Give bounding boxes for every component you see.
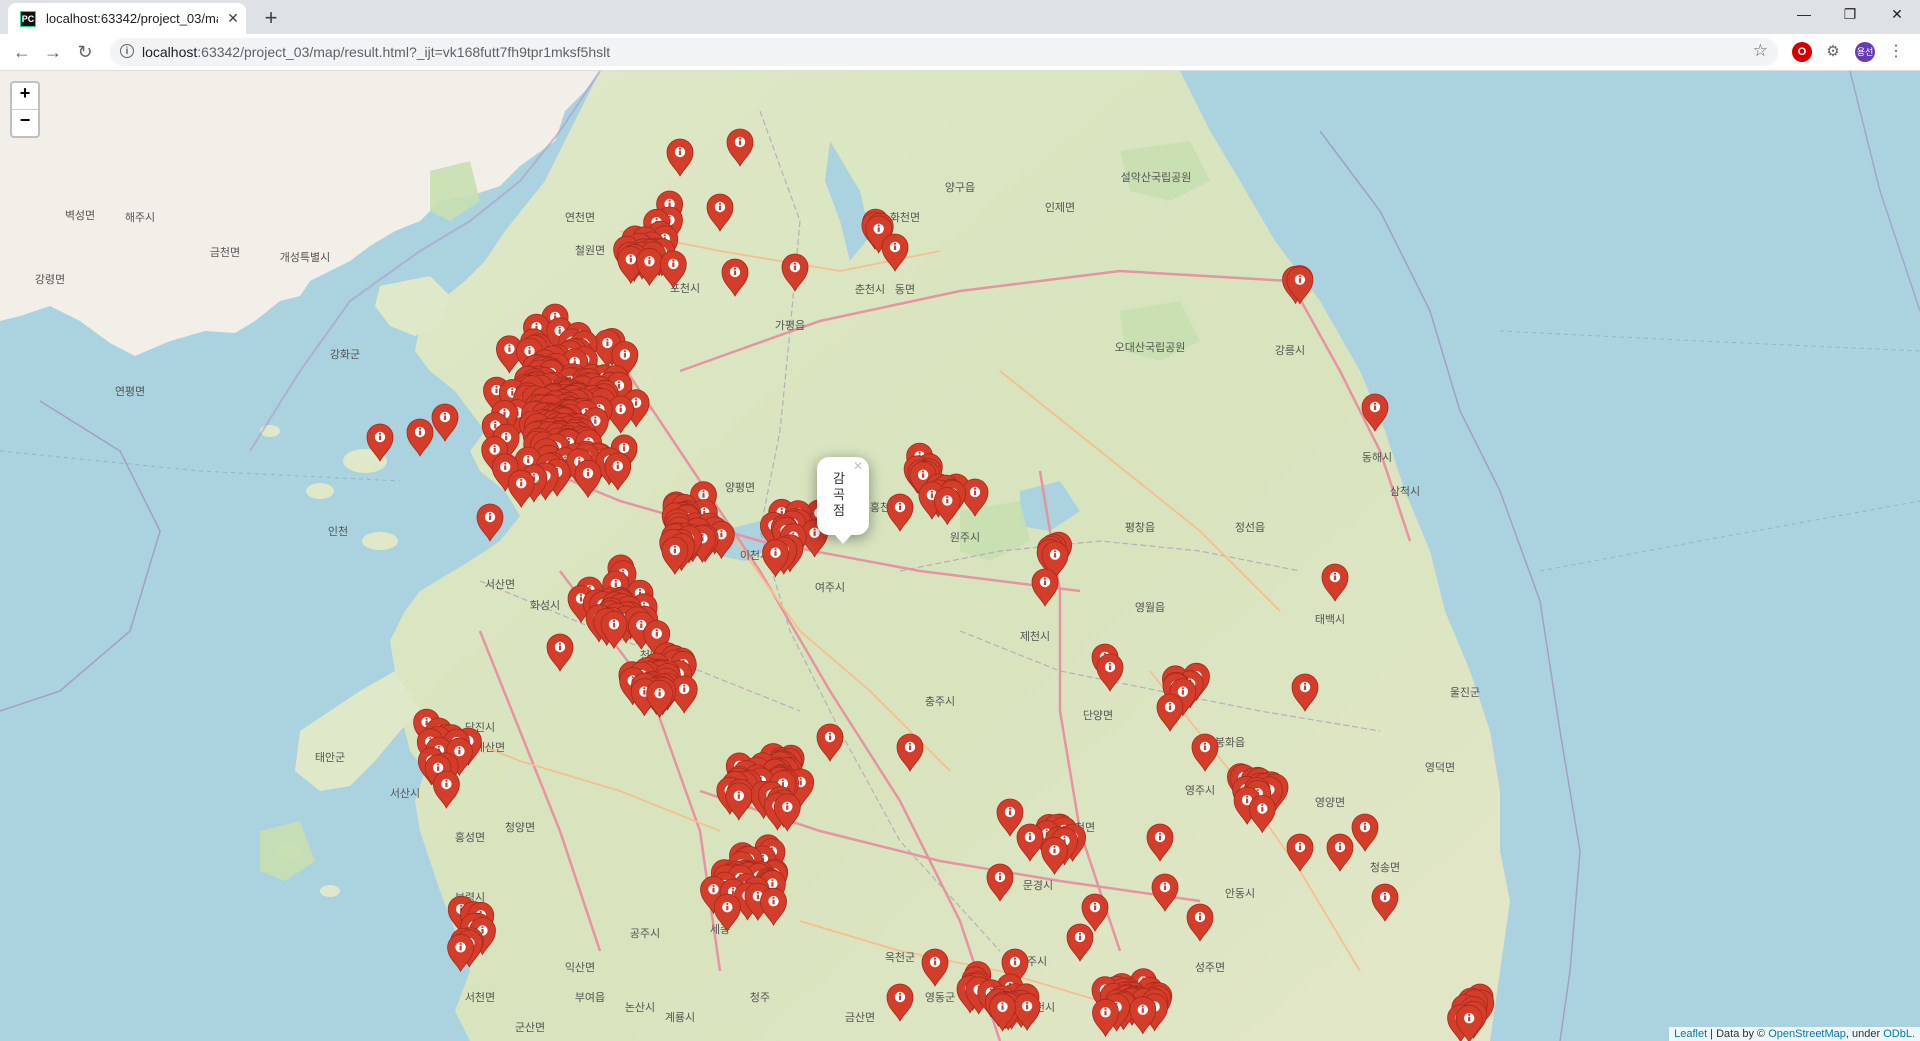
popup-tip (834, 534, 852, 544)
zoom-out-button[interactable]: − (12, 109, 38, 136)
close-window-icon[interactable]: ✕ (1874, 0, 1920, 30)
minimize-icon[interactable]: — (1781, 0, 1827, 30)
bookmark-star-icon[interactable]: ☆ (1753, 41, 1768, 61)
back-icon[interactable]: ← (9, 39, 35, 65)
place-label: 단양면 (1083, 709, 1113, 722)
place-label: 영양면 (1315, 796, 1345, 809)
attribution-data-by: | Data by © (1707, 1028, 1769, 1040)
place-label: 금천면 (210, 245, 240, 259)
place-label: 가평읍 (775, 319, 805, 332)
marker-popup: 감곡점 ✕ (817, 457, 869, 544)
zoom-control: + − (10, 81, 40, 138)
place-label: 개성특별시 (280, 251, 331, 264)
place-label: 영동군 (925, 991, 955, 1004)
place-label: 서산면 (485, 578, 515, 591)
place-label: 강령면 (35, 273, 65, 286)
place-label: 청송면 (1370, 861, 1400, 874)
place-label: 해주시 (125, 210, 155, 224)
place-label: 동면 (895, 283, 915, 296)
place-label: 청주 (750, 991, 770, 1004)
place-label: 공주시 (630, 927, 660, 940)
new-tab-icon[interactable]: + (258, 6, 284, 32)
place-label: 여주시 (815, 581, 845, 594)
place-label: 청양면 (505, 821, 535, 834)
place-label: 원주시 (950, 531, 980, 544)
place-label: 봉화읍 (1215, 736, 1245, 749)
place-label: 논산시 (625, 1001, 655, 1014)
place-label: 계룡시 (665, 1011, 695, 1024)
browser-tab[interactable]: PC localhost:63342/project_03/map/result… (8, 3, 246, 34)
place-label: 홍성면 (455, 830, 485, 844)
attribution-under: , under (1845, 1028, 1884, 1040)
place-label: 영덕면 (1425, 761, 1455, 774)
place-label: 익산면 (565, 961, 595, 974)
restore-icon[interactable]: ❐ (1827, 0, 1873, 30)
place-label: 벽성면 (65, 209, 95, 222)
place-label: 양구읍 (945, 181, 975, 194)
place-label: 평창읍 (1125, 521, 1155, 534)
place-label: 삼척시 (1390, 485, 1420, 498)
place-label: 양평면 (725, 481, 755, 494)
place-label: 문경시 (1023, 879, 1053, 892)
place-label: 안동시 (1225, 887, 1255, 900)
reload-icon[interactable]: ↻ (72, 39, 98, 65)
url-text[interactable]: localhost:63342/project_03/map/result.ht… (142, 44, 610, 60)
tab-close-icon[interactable]: ✕ (224, 10, 242, 27)
place-label: 강화군 (330, 348, 360, 361)
popup-close-icon[interactable]: ✕ (853, 459, 863, 473)
tab-strip: PC localhost:63342/project_03/map/result… (0, 0, 1920, 34)
place-label: 금산면 (845, 1011, 875, 1024)
site-info-icon[interactable]: i (120, 44, 134, 58)
url-path: :63342/project_03/map/result.html?_ijt=v… (197, 44, 611, 60)
extensions-puzzle-icon[interactable]: ⚙ (1823, 42, 1843, 62)
place-label: 서산시 (390, 787, 420, 800)
address-bar[interactable]: i localhost:63342/project_03/map/result.… (110, 38, 1778, 66)
pycharm-favicon-icon: PC (20, 10, 36, 27)
place-label: 태안군 (315, 751, 345, 764)
popup-text: 감곡점 (833, 471, 845, 518)
profile-avatar[interactable]: 용선 (1855, 42, 1875, 62)
place-label: 태백시 (1315, 613, 1345, 626)
place-label: 부여읍 (575, 991, 605, 1004)
tab-title: localhost:63342/project_03/map/result.ht… (46, 11, 218, 26)
place-label: 제천시 (1020, 629, 1050, 643)
place-label: 옥천군 (885, 950, 915, 964)
place-label: 군산면 (515, 1021, 545, 1034)
place-label: 화천면 (890, 210, 920, 224)
place-label: 충주시 (925, 695, 955, 708)
place-label: 연천면 (565, 210, 595, 224)
place-label: 강릉시 (1275, 344, 1305, 357)
place-label: 오대산국립공원 (1115, 341, 1186, 354)
place-label: 정선읍 (1235, 521, 1265, 534)
leaflet-link[interactable]: Leaflet (1674, 1028, 1707, 1040)
opera-extension-icon[interactable]: O (1792, 42, 1812, 62)
place-label: 화성시 (530, 599, 560, 612)
place-label: 설악산국립공원 (1121, 171, 1192, 184)
zoom-in-button[interactable]: + (12, 83, 38, 109)
place-label: 춘천시 (855, 282, 885, 296)
place-label: 철원면 (575, 244, 605, 257)
place-label: 성주면 (1195, 961, 1225, 974)
forward-icon[interactable]: → (40, 39, 66, 65)
place-label: 인제면 (1045, 201, 1075, 214)
menu-kebab-icon[interactable]: ⋮ (1886, 42, 1906, 62)
place-label: 연평면 (115, 385, 145, 398)
place-label: 서천면 (465, 990, 495, 1004)
place-label: 영주시 (1185, 784, 1215, 797)
browser-toolbar: ← → ↻ i localhost:63342/project_03/map/r… (0, 34, 1920, 71)
osm-link[interactable]: OpenStreetMap (1768, 1028, 1846, 1040)
place-label: 동해시 (1362, 450, 1392, 464)
base-map-tiles: 해주시벽성면강령면금천면개성특별시강화군인천서산면화성시당진시아산시천안시서산시… (0, 71, 1920, 1041)
map-attribution: Leaflet | Data by © OpenStreetMap, under… (1669, 1027, 1920, 1041)
place-label: 울진군 (1450, 686, 1480, 699)
place-label: 영월읍 (1135, 601, 1165, 614)
odbl-link[interactable]: ODbL. (1883, 1028, 1915, 1040)
leaflet-map[interactable]: 해주시벽성면강령면금천면개성특별시강화군인천서산면화성시당진시아산시천안시서산시… (0, 71, 1920, 1041)
url-host: localhost (142, 44, 198, 60)
place-label: 인천 (328, 524, 348, 538)
